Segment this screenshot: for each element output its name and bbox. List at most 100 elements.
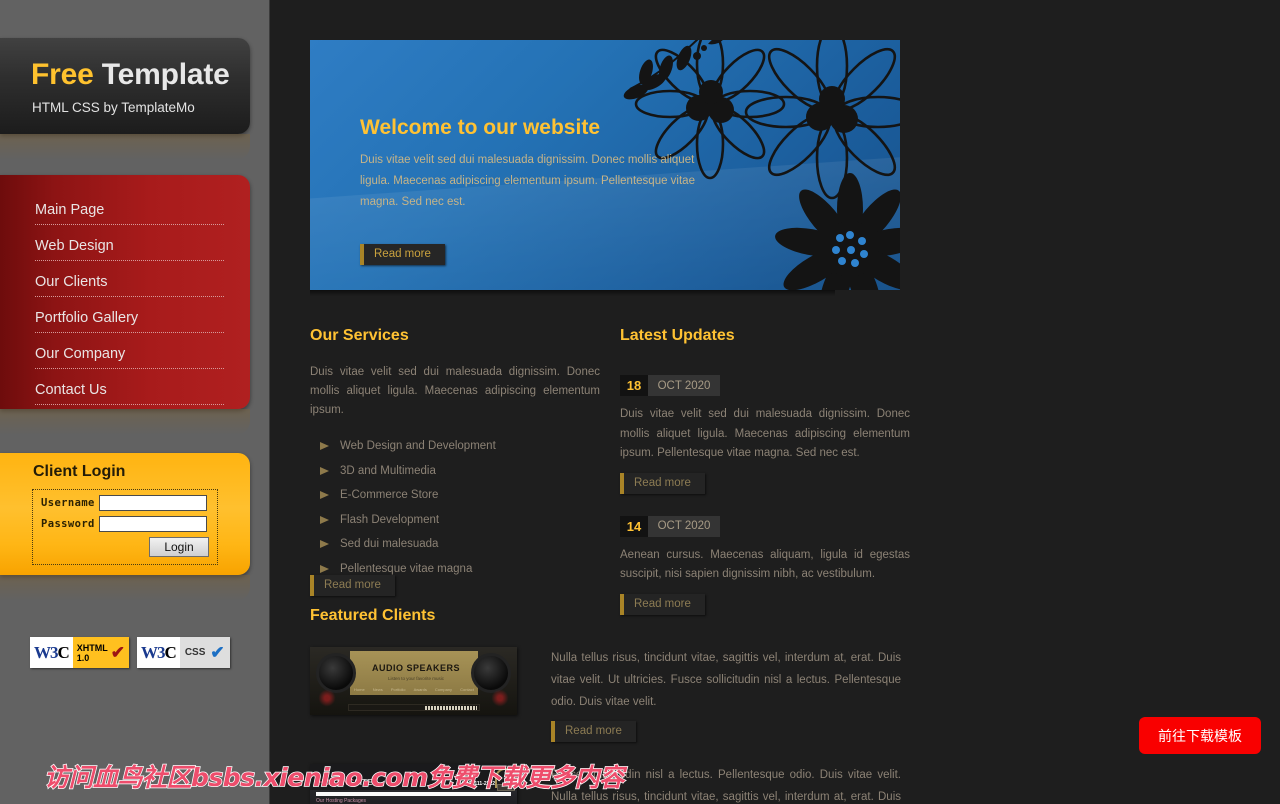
thumb-progress-fill bbox=[425, 706, 477, 710]
nav-item: Portfolio Gallery bbox=[35, 305, 224, 333]
thumb-nav: Home News Portfolio Awards Company Conta… bbox=[350, 687, 478, 692]
list-item[interactable]: E-Commerce Store bbox=[310, 483, 600, 508]
ornament-icon bbox=[489, 689, 511, 707]
w3c-xhtml-badge[interactable]: W3 C XHTML 1.0 ✔ bbox=[30, 637, 130, 668]
nav-reflection bbox=[0, 409, 250, 435]
update-day: 18 bbox=[620, 375, 648, 396]
logo-title-rest: Template bbox=[93, 58, 230, 91]
sidebar-item-contact-us[interactable]: Contact Us bbox=[35, 377, 224, 405]
service-label: Sed dui malesuada bbox=[340, 538, 439, 550]
username-input[interactable] bbox=[99, 495, 207, 511]
service-label: E-Commerce Store bbox=[340, 489, 439, 501]
password-input[interactable] bbox=[99, 516, 207, 532]
xhtml-badge-line1: XHTML bbox=[76, 642, 108, 653]
sidebar: Free Template HTML CSS by TemplateMo Mai… bbox=[0, 0, 270, 804]
site-logo[interactable]: Free Template HTML CSS by TemplateMo bbox=[0, 38, 250, 134]
list-item[interactable]: Web Design and Development bbox=[310, 434, 600, 459]
thumb-nav-item: News bbox=[372, 687, 383, 692]
w3c-css-badge[interactable]: W3 C CSS ✔ bbox=[137, 637, 230, 668]
thumb-nav-item: Awards bbox=[413, 687, 427, 692]
client-body: Nulla tellus risus, tincidunt vitae, sag… bbox=[551, 647, 901, 742]
client-thumbnail-audio-speakers[interactable]: AUDIO SPEAKERS Listen to your favorite m… bbox=[310, 647, 517, 715]
update-post: 18 OCT 2020 Duis vitae velit sed dui mal… bbox=[620, 375, 910, 494]
arrow-icon bbox=[320, 540, 329, 548]
banner-shadow bbox=[310, 290, 835, 296]
nav-item: Our Clients bbox=[35, 269, 224, 297]
thumb-nav-item: Company bbox=[434, 687, 453, 692]
nav-list: Main Page Web Design Our Clients Portfol… bbox=[0, 175, 250, 405]
logo-subtitle: HTML CSS by TemplateMo bbox=[32, 100, 195, 115]
logo-title-highlight: Free bbox=[31, 58, 94, 91]
watermark-text: 访问血鸟社区bsbs.xieniao.com免费下载更多内容 bbox=[43, 762, 625, 793]
thumb-nav-item: Home bbox=[354, 687, 365, 692]
update-month-year: OCT 2020 bbox=[648, 515, 720, 537]
thumb-nav-item: Contact bbox=[460, 687, 474, 692]
services-list: Web Design and Development 3D and Multim… bbox=[310, 434, 600, 581]
nav-item: Contact Us bbox=[35, 377, 224, 405]
ornament-icon bbox=[316, 689, 338, 707]
update-day: 14 bbox=[620, 515, 648, 537]
username-row: Username bbox=[41, 495, 217, 511]
sidebar-item-web-design[interactable]: Web Design bbox=[35, 233, 224, 261]
banner-read-more-button[interactable]: Read more bbox=[360, 244, 445, 265]
css-badge-right: CSS ✔ bbox=[179, 637, 230, 668]
sidebar-item-our-company[interactable]: Our Company bbox=[35, 341, 224, 369]
client-read-more-button[interactable]: Read more bbox=[551, 721, 636, 742]
arrow-icon bbox=[320, 491, 329, 499]
sidebar-item-our-clients[interactable]: Our Clients bbox=[35, 269, 224, 297]
login-form: Username Password Login bbox=[32, 489, 218, 565]
services-section: Our Services Duis vitae velit sed dui ma… bbox=[310, 327, 600, 602]
thumb-subtitle: Listen to your favorite music bbox=[387, 676, 445, 681]
update-date: 18 OCT 2020 bbox=[620, 375, 720, 396]
main-navigation: Main Page Web Design Our Clients Portfol… bbox=[0, 175, 250, 409]
service-label: Flash Development bbox=[340, 513, 440, 526]
client-text: Nulla tellus risus, tincidunt vitae, sag… bbox=[551, 652, 901, 708]
login-button[interactable]: Login bbox=[149, 537, 209, 557]
hero-banner: Welcome to our website Duis vitae velit … bbox=[310, 40, 900, 290]
nav-item: Our Company bbox=[35, 341, 224, 369]
xhtml-badge-right: XHTML 1.0 ✔ bbox=[72, 637, 130, 668]
update-read-more-button[interactable]: Read more bbox=[620, 472, 705, 494]
checkmark-icon: ✔ bbox=[110, 643, 126, 662]
arrow-icon bbox=[320, 564, 329, 573]
sidebar-item-portfolio-gallery[interactable]: Portfolio Gallery bbox=[35, 305, 224, 333]
thumb-columns-decoration bbox=[403, 800, 513, 804]
client-login-title: Client Login bbox=[33, 463, 126, 480]
page-root: Free Template HTML CSS by TemplateMo Mai… bbox=[0, 0, 1280, 804]
banner-heading: Welcome to our website bbox=[360, 116, 600, 139]
logo-title: Free Template bbox=[31, 58, 230, 92]
arrow-icon bbox=[320, 515, 329, 524]
list-item[interactable]: Flash Development bbox=[310, 508, 600, 533]
services-read-more-button[interactable]: Read more bbox=[310, 575, 395, 596]
thumb-progress-bar bbox=[348, 704, 480, 711]
main-content: Welcome to our website Duis vitae velit … bbox=[270, 0, 1280, 804]
update-text: Duis vitae velit sed dui malesuada digni… bbox=[620, 408, 910, 459]
client-entry: AUDIO SPEAKERS Listen to your favorite m… bbox=[310, 647, 910, 742]
service-label: Web Design and Development bbox=[340, 440, 496, 452]
services-paragraph: Duis vitae velit sed dui malesuada digni… bbox=[310, 366, 600, 416]
xhtml-badge-line2: 1.0 bbox=[76, 652, 90, 663]
thumb-title: AUDIO SPEAKERS bbox=[371, 663, 460, 673]
updates-heading: Latest Updates bbox=[620, 327, 735, 344]
service-label: Pellentesque vitae magna bbox=[340, 562, 473, 575]
download-template-button[interactable]: 前往下载模板 bbox=[1139, 717, 1261, 754]
update-date: 14 OCT 2020 bbox=[620, 515, 720, 537]
service-label: 3D and Multimedia bbox=[340, 464, 436, 477]
arrow-icon bbox=[320, 466, 329, 475]
css-badge-label: CSS bbox=[184, 647, 206, 658]
w3c-logo-icon: W3 C bbox=[30, 637, 73, 668]
thumb-tagline: Our Hosting Packages bbox=[316, 798, 367, 804]
services-heading: Our Services bbox=[310, 327, 409, 344]
sidebar-item-main-page[interactable]: Main Page bbox=[35, 197, 224, 225]
thumb-nav-item: Portfolio bbox=[390, 687, 406, 692]
password-row: Password bbox=[41, 516, 217, 532]
nav-item: Web Design bbox=[35, 233, 224, 261]
w3c-logo-icon: W3 C bbox=[137, 637, 180, 668]
list-item[interactable]: 3D and Multimedia bbox=[310, 459, 600, 484]
login-reflection bbox=[0, 575, 250, 601]
validation-badges: W3 C XHTML 1.0 ✔ W3 C CSS ✔ bbox=[30, 637, 230, 668]
list-item[interactable]: Sed dui malesuada bbox=[310, 532, 600, 557]
client-login-panel: Client Login Username Password Login bbox=[0, 453, 250, 575]
banner-paragraph: Duis vitae velit sed dui malesuada digni… bbox=[360, 154, 695, 208]
arrow-icon bbox=[320, 442, 329, 450]
